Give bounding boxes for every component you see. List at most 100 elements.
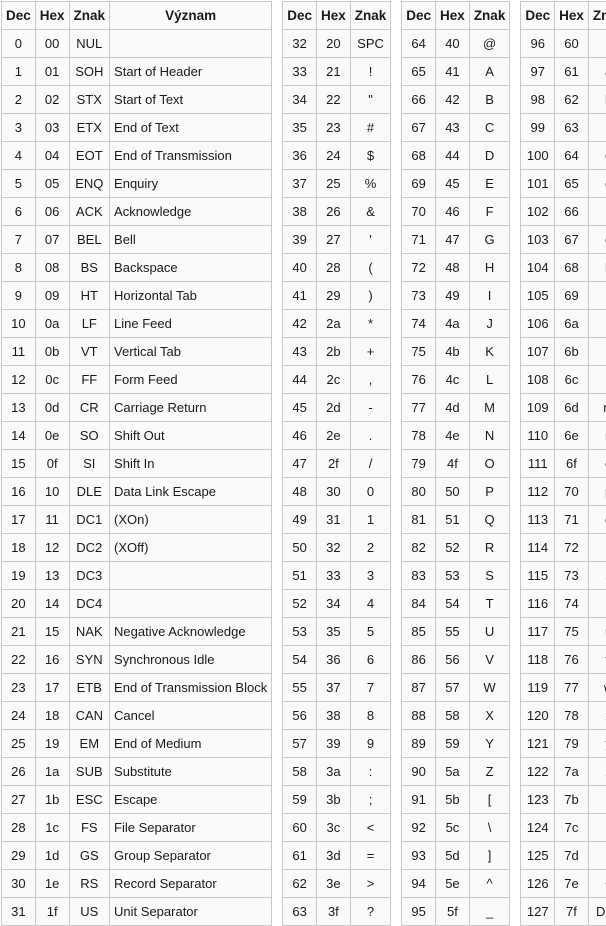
cell-hex: 03 xyxy=(34,113,70,142)
cell-hex: 11 xyxy=(34,505,70,534)
cell-dec: 81 xyxy=(401,505,437,534)
cell-znak: B xyxy=(468,85,511,114)
table-row: 9862b xyxy=(520,85,606,114)
cell-dec: 4 xyxy=(1,141,36,170)
cell-hex: 65 xyxy=(554,169,589,198)
cell-hex: 7f xyxy=(554,897,589,926)
cell-vyznam: End of Text xyxy=(109,113,273,142)
cell-dec: 36 xyxy=(282,141,317,170)
cell-dec: 121 xyxy=(520,729,556,758)
table-row: 23 17 ETB End of Transmission Block xyxy=(1,673,273,702)
cell-znak: 5 xyxy=(349,617,392,646)
table-row: 37 25% xyxy=(282,169,392,198)
cell-dec: 65 xyxy=(401,57,437,86)
table-row: 87 57 W xyxy=(401,673,511,702)
cell-hex: 1c xyxy=(34,813,70,842)
table-row: 28 1c FS File Separator xyxy=(1,813,273,842)
table-row: 1106en xyxy=(520,421,606,450)
cell-hex: 5f xyxy=(435,897,470,926)
cell-dec: 86 xyxy=(401,645,437,674)
cell-znak: M xyxy=(468,393,511,422)
cell-dec: 38 xyxy=(282,197,317,226)
cell-znak: * xyxy=(349,309,392,338)
cell-dec: 99 xyxy=(520,113,556,142)
table-row: 46 2e. xyxy=(282,421,392,450)
cell-hex: 26 xyxy=(316,197,351,226)
cell-dec: 6 xyxy=(1,197,36,226)
cell-hex: 4d xyxy=(435,393,470,422)
table-row: 56 38 8 xyxy=(282,701,392,730)
cell-hex: 7b xyxy=(554,785,589,814)
cell-dec: 94 xyxy=(401,869,437,898)
table-row: 93 5d] xyxy=(401,841,511,870)
cell-znak: k xyxy=(587,337,606,366)
cell-dec: 110 xyxy=(520,421,556,450)
cell-znak: $ xyxy=(349,141,392,170)
table-row: 86 56 V xyxy=(401,645,511,674)
cell-dec: 112 xyxy=(520,477,556,506)
cell-znak: U xyxy=(468,617,511,646)
cell-dec: 43 xyxy=(282,337,317,366)
cell-hex: 22 xyxy=(316,85,351,114)
cell-znak: H xyxy=(468,253,511,282)
table-row: 27 1b ESC Escape xyxy=(1,785,273,814)
cell-vyznam: Substitute xyxy=(109,757,273,786)
cell-znak: STX xyxy=(68,85,111,114)
cell-dec: 55 xyxy=(282,673,317,702)
cell-hex: 44 xyxy=(435,141,470,170)
cell-hex: 15 xyxy=(34,617,70,646)
table-row: 47 2f / xyxy=(282,449,392,478)
cell-hex: 6c xyxy=(554,365,589,394)
ascii-table-block-2: Dec Hex Znak 32 20 SPC 33 21! 34 22 " 35 23 #36 24 $37 2… xyxy=(282,1,392,926)
cell-hex: 5c xyxy=(435,813,470,842)
cell-znak: CR xyxy=(68,393,111,422)
cell-znak: m xyxy=(587,393,606,422)
cell-znak: ESC xyxy=(68,785,111,814)
table-row: 11472r xyxy=(520,533,606,562)
column-header-hex: Hex xyxy=(316,1,351,30)
cell-vyznam: Line Feed xyxy=(109,309,273,338)
table-row: 35 23 # xyxy=(282,113,392,142)
cell-znak: | xyxy=(587,813,606,842)
cell-hex: 60 xyxy=(554,29,589,58)
cell-vyznam: Acknowledge xyxy=(109,197,273,226)
cell-dec: 116 xyxy=(520,589,556,618)
cell-znak: ] xyxy=(468,841,511,870)
cell-znak: O xyxy=(468,449,511,478)
column-header-dec: Dec xyxy=(401,1,437,30)
cell-znak: = xyxy=(349,841,392,870)
cell-dec: 26 xyxy=(1,757,36,786)
cell-znak: l xyxy=(587,365,606,394)
table-row: 29 1d GS Group Separator xyxy=(1,841,273,870)
table-row: 34 22 " xyxy=(282,85,392,114)
cell-znak: SUB xyxy=(68,757,111,786)
cell-dec: 61 xyxy=(282,841,317,870)
table-row: 51 33 3 xyxy=(282,561,392,590)
table-row: 22 16 SYN Synchronous Idle xyxy=(1,645,273,674)
cell-hex: 41 xyxy=(435,57,470,86)
table-row: 10064d xyxy=(520,141,606,170)
table-row: 1237b{ xyxy=(520,785,606,814)
table-row: 95 5f _ xyxy=(401,897,511,926)
cell-hex: 05 xyxy=(34,169,70,198)
table-row: 79 4f O xyxy=(401,449,511,478)
table-row: 13 0d CR Carriage Return xyxy=(1,393,273,422)
cell-hex: 42 xyxy=(435,85,470,114)
table-row: 12179y xyxy=(520,729,606,758)
cell-znak: SO xyxy=(68,421,111,450)
cell-hex: 56 xyxy=(435,645,470,674)
cell-znak: FS xyxy=(68,813,111,842)
cell-hex: 2e xyxy=(316,421,351,450)
table-row: 11573s xyxy=(520,561,606,590)
table-row: 24 18 CAN Cancel xyxy=(1,701,273,730)
cell-vyznam: Synchronous Idle xyxy=(109,645,273,674)
table-row: 57 39 9 xyxy=(282,729,392,758)
cell-hex: 27 xyxy=(316,225,351,254)
cell-hex: 6d xyxy=(554,393,589,422)
cell-vyznam: Start of Text xyxy=(109,85,273,114)
cell-hex: 6a xyxy=(554,309,589,338)
cell-hex: 24 xyxy=(316,141,351,170)
table-row: 8 08 BS Backspace xyxy=(1,253,273,282)
cell-dec: 101 xyxy=(520,169,556,198)
cell-znak: D xyxy=(468,141,511,170)
